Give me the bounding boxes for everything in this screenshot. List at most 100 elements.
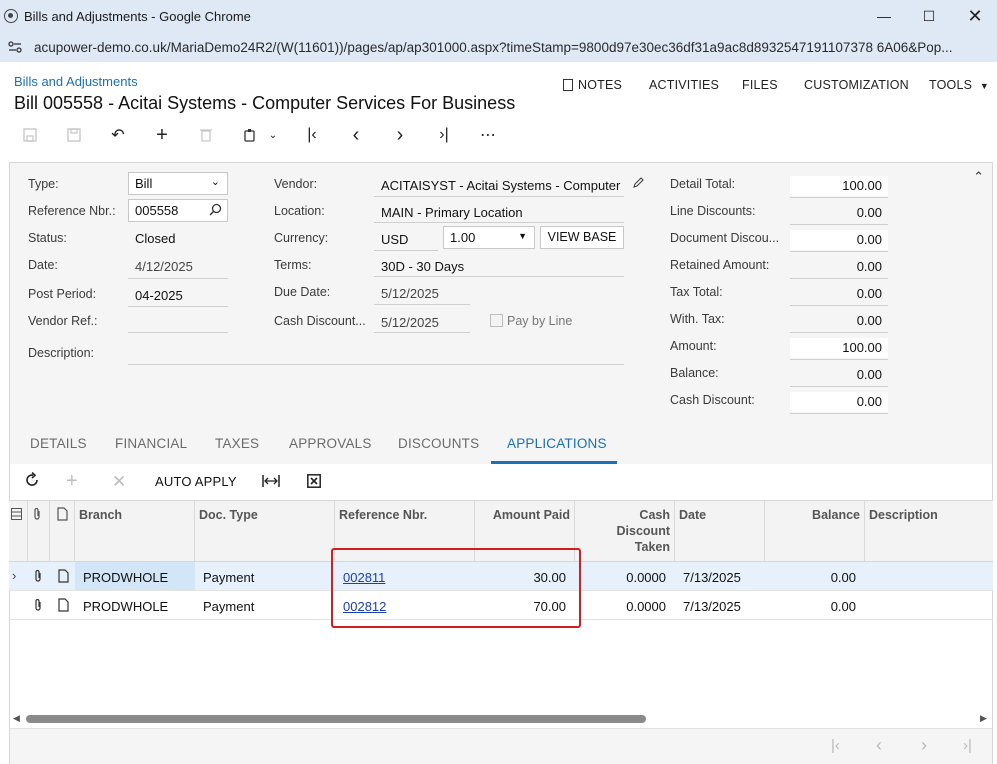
minimize-button[interactable]: — xyxy=(861,0,907,32)
tab-taxes[interactable]: TAXES xyxy=(215,436,259,451)
cell-branch[interactable]: PRODWHOLE xyxy=(83,599,168,614)
row-selector-icon[interactable] xyxy=(11,508,22,523)
view-base-button[interactable]: VIEW BASE xyxy=(540,226,624,249)
more-icon[interactable]: ⋯ xyxy=(477,124,499,146)
total-value: 0.00 xyxy=(856,313,882,328)
total-value: 0.00 xyxy=(856,259,882,274)
type-select[interactable]: Bill ⌄ xyxy=(128,172,228,195)
location-value[interactable]: MAIN - Primary Location xyxy=(381,205,523,220)
note-icon[interactable] xyxy=(58,598,69,615)
add-icon[interactable]: + xyxy=(151,124,173,146)
cell-doctype[interactable]: Payment xyxy=(203,599,254,614)
col-header-balance[interactable]: Balance xyxy=(764,507,860,523)
export-excel-icon[interactable] xyxy=(307,474,321,492)
total-label: Detail Total: xyxy=(670,177,736,191)
currency-underline xyxy=(374,250,438,251)
date-label: Date: xyxy=(28,258,58,272)
attachment-icon[interactable] xyxy=(33,598,43,615)
col-header-amountpaid[interactable]: Amount Paid xyxy=(474,507,570,523)
total-value: 0.00 xyxy=(856,367,882,382)
customization-button[interactable]: CUSTOMIZATION xyxy=(804,78,909,92)
duedate-value[interactable]: 5/12/2025 xyxy=(381,286,439,301)
add-row-icon[interactable]: + xyxy=(66,470,78,493)
tab-approvals[interactable]: APPROVALS xyxy=(289,436,372,451)
auto-apply-button[interactable]: AUTO APPLY xyxy=(155,474,237,489)
tools-button[interactable]: TOOLS ▼ xyxy=(929,78,989,92)
cell-cashdisc[interactable]: 0.0000 xyxy=(574,599,666,614)
undo-icon[interactable]: ↶ xyxy=(107,124,129,146)
edit-pencil-icon[interactable] xyxy=(632,176,645,192)
col-sep xyxy=(864,501,865,561)
save-close-icon[interactable] xyxy=(19,124,41,146)
col-header-date[interactable]: Date xyxy=(679,507,706,523)
scroll-right-icon[interactable]: ▶ xyxy=(980,713,987,724)
currency-label: Currency: xyxy=(274,231,329,245)
total-value: 0.00 xyxy=(790,392,888,412)
tab-applications[interactable]: APPLICATIONS xyxy=(507,436,607,451)
col-header-description[interactable]: Description xyxy=(869,507,938,523)
notes-button[interactable]: NOTES xyxy=(563,78,622,92)
duedate-label: Due Date: xyxy=(274,285,331,299)
attachment-icon[interactable] xyxy=(33,569,43,586)
site-settings-icon[interactable] xyxy=(8,41,22,53)
previous-record-icon[interactable]: ‹ xyxy=(345,124,367,146)
save-icon[interactable] xyxy=(63,124,85,146)
address-bar[interactable]: acupower-demo.co.uk/MariaDemo24R2/(W(116… xyxy=(0,32,997,62)
col-header-cashdisc[interactable]: Cash Discount Taken xyxy=(574,507,670,555)
note-icon[interactable] xyxy=(58,569,69,586)
cell-doctype[interactable]: Payment xyxy=(203,570,254,585)
cashdisc-date-value[interactable]: 5/12/2025 xyxy=(381,315,439,330)
pager-previous-icon[interactable]: ‹ xyxy=(876,735,882,756)
terms-underline xyxy=(374,276,624,277)
next-record-icon[interactable]: › xyxy=(389,124,411,146)
refresh-icon[interactable] xyxy=(24,471,40,492)
delete-row-icon[interactable]: ✕ xyxy=(112,472,126,492)
total-value: 0.00 xyxy=(856,286,882,301)
first-record-icon[interactable]: |‹ xyxy=(301,124,323,146)
copy-paste-icon[interactable] xyxy=(239,124,261,146)
total-label: With. Tax: xyxy=(670,312,725,326)
currency-value[interactable]: USD xyxy=(381,232,408,247)
chevron-down-icon[interactable]: ⌄ xyxy=(262,124,284,146)
vendor-value[interactable]: ACITAISYST - Acitai Systems - Computer xyxy=(381,178,621,193)
url-text[interactable]: acupower-demo.co.uk/MariaDemo24R2/(W(116… xyxy=(34,40,984,55)
cell-date[interactable]: 7/13/2025 xyxy=(683,599,741,614)
pager-first-icon[interactable]: |‹ xyxy=(831,737,840,754)
pay-by-line-checkbox[interactable] xyxy=(490,314,503,327)
breadcrumb[interactable]: Bills and Adjustments xyxy=(14,74,138,89)
tab-financial[interactable]: FINANCIAL xyxy=(115,436,187,451)
cell-cashdisc[interactable]: 0.0000 xyxy=(574,570,666,585)
chevron-up-icon[interactable]: ⌃ xyxy=(973,169,984,185)
cell-branch[interactable]: PRODWHOLE xyxy=(83,570,168,585)
cell-date[interactable]: 7/13/2025 xyxy=(683,570,741,585)
horizontal-scrollbar[interactable] xyxy=(26,715,646,723)
date-value[interactable]: 4/12/2025 xyxy=(135,259,193,274)
total-underline xyxy=(790,278,888,279)
close-button[interactable]: ✕ xyxy=(952,0,997,32)
delete-icon[interactable] xyxy=(195,124,217,146)
postperiod-value[interactable]: 04-2025 xyxy=(135,288,183,303)
terms-value[interactable]: 30D - 30 Days xyxy=(381,259,464,274)
total-value: 100.00 xyxy=(790,338,888,358)
cell-balance[interactable]: 0.00 xyxy=(764,570,856,585)
pager-last-icon[interactable]: ›| xyxy=(963,737,972,754)
col-header-doctype[interactable]: Doc. Type xyxy=(199,507,258,523)
terms-label: Terms: xyxy=(274,258,312,272)
maximize-button[interactable]: ☐ xyxy=(906,0,952,32)
tab-discounts[interactable]: DISCOUNTS xyxy=(398,436,479,451)
col-header-branch[interactable]: Branch xyxy=(79,507,122,523)
currency-rate-select[interactable]: 1.00 ▼ xyxy=(443,226,535,249)
files-button[interactable]: FILES xyxy=(742,78,778,92)
pager-next-icon[interactable]: › xyxy=(921,735,927,756)
col-header-refnbr[interactable]: Reference Nbr. xyxy=(339,507,427,523)
last-record-icon[interactable]: ›| xyxy=(433,124,455,146)
note-icon xyxy=(563,79,573,91)
scroll-left-icon[interactable]: ◀ xyxy=(13,713,20,724)
cell-balance[interactable]: 0.00 xyxy=(764,599,856,614)
note-header-icon xyxy=(57,507,68,524)
tab-details[interactable]: DETAILS xyxy=(30,436,87,451)
refnbr-input[interactable]: 005558 xyxy=(128,199,228,222)
search-icon[interactable] xyxy=(209,203,222,219)
activities-button[interactable]: ACTIVITIES xyxy=(649,78,719,92)
fit-columns-icon[interactable] xyxy=(262,474,280,491)
